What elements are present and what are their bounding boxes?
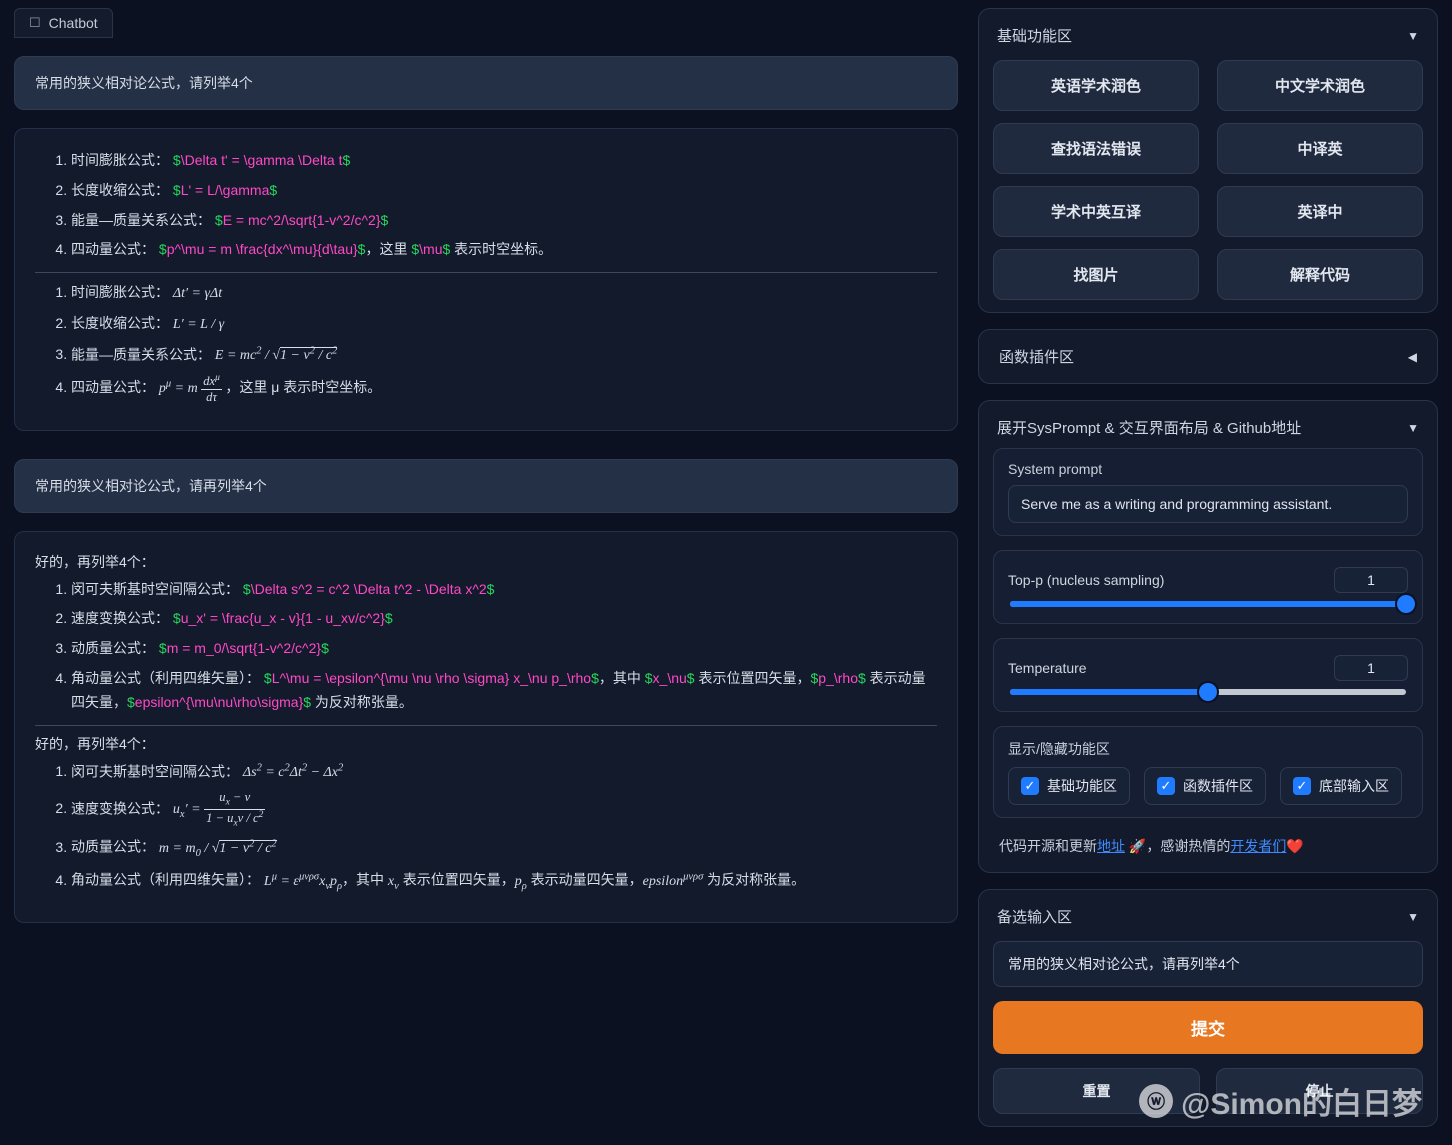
panel-settings: 展开SysPrompt & 交互界面布局 & Github地址 ▼ System… <box>978 400 1438 873</box>
raw-latex-list-2: 闵可夫斯基时空间隔公式： $\Delta s^2 = c^2 \Delta t^… <box>61 578 937 715</box>
sidebar: 基础功能区 ▼ 英语学术润色 中文学术润色 查找语法错误 中译英 学术中英互译 … <box>972 0 1452 1145</box>
checkbox-checked-icon: ✓ <box>1293 777 1311 795</box>
raw-item-1-2: 长度收缩公式： $L' = L/\gamma$ <box>71 179 937 203</box>
temperature-slider[interactable] <box>1010 689 1406 695</box>
alt-input-title: 备选输入区 <box>997 906 1072 927</box>
btn-cn-polish[interactable]: 中文学术润色 <box>1217 60 1423 111</box>
temperature-label: Temperature <box>1008 660 1087 676</box>
btn-en-polish[interactable]: 英语学术润色 <box>993 60 1199 111</box>
basic-buttons-grid: 英语学术润色 中文学术润色 查找语法错误 中译英 学术中英互译 英译中 找图片 … <box>993 60 1423 300</box>
top-p-label: Top-p (nucleus sampling) <box>1008 572 1164 588</box>
slider-thumb-icon[interactable] <box>1397 595 1415 613</box>
chevron-left-icon: ◀ <box>1408 350 1417 364</box>
raw-latex-list-1: 时间膨胀公式： $\Delta t' = \gamma \Delta t$ 长度… <box>61 149 937 262</box>
raw-item-1-4: 四动量公式： $p^\mu = m \frac{dx^\mu}{d\tau}$，… <box>71 238 937 262</box>
panel-alt-input: 备选输入区 ▼ 常用的狭义相对论公式，请再列举4个 提交 重置 停止 <box>978 889 1438 1127</box>
panel-basic-title: 基础功能区 <box>997 25 1072 46</box>
top-p-slider[interactable] <box>1010 601 1406 607</box>
chevron-down-icon: ▼ <box>1407 29 1419 43</box>
system-prompt-input[interactable]: Serve me as a writing and programming as… <box>1008 485 1408 523</box>
stop-button[interactable]: 停止 <box>1216 1068 1423 1114</box>
panel-settings-header[interactable]: 展开SysPrompt & 交互界面布局 & Github地址 ▼ <box>993 413 1423 448</box>
reset-button[interactable]: 重置 <box>993 1068 1200 1114</box>
rendered-item-2-4: 角动量公式（利用四维矢量）： Lμ = εμνρσxνpρ，其中 xν 表示位置… <box>71 868 937 895</box>
btn-cn2en[interactable]: 中译英 <box>1217 123 1423 174</box>
check-basic-area[interactable]: ✓ 基础功能区 <box>1008 767 1130 805</box>
checkbox-checked-icon: ✓ <box>1021 777 1039 795</box>
panel-plugins-header[interactable]: 函数插件区 ◀ <box>995 342 1421 371</box>
assistant-message-2: 好的，再列举4个： 闵可夫斯基时空间隔公式： $\Delta s^2 = c^2… <box>14 531 958 923</box>
raw-item-2-2: 速度变换公式： $u_x' = \frac{u_x - v}{1 - u_xv/… <box>71 607 937 631</box>
user-message-2-text: 常用的狭义相对论公式，请再列举4个 <box>35 478 267 494</box>
user-message-1: 常用的狭义相对论公式，请列举4个 <box>14 56 958 110</box>
panel-function-plugins: 函数插件区 ◀ <box>978 329 1438 384</box>
btn-find-image[interactable]: 找图片 <box>993 249 1199 300</box>
chat-area: ☐ Chatbot 常用的狭义相对论公式，请列举4个 时间膨胀公式： $\Del… <box>0 0 972 1145</box>
intro-2b: 好的，再列举4个： <box>35 734 937 754</box>
slider-thumb-icon[interactable] <box>1199 683 1217 701</box>
link-repo[interactable]: 地址 <box>1097 838 1125 854</box>
raw-item-2-3: 动质量公式： $m = m_0/\sqrt{1-v^2/c^2}$ <box>71 637 937 661</box>
chat-icon: ☐ <box>29 15 41 31</box>
rendered-item-1-1: 时间膨胀公式： Δt′ = γΔt <box>71 281 937 306</box>
rendered-list-1: 时间膨胀公式： Δt′ = γΔt 长度收缩公式： L′ = L / γ 能量—… <box>61 281 937 403</box>
chevron-down-icon: ▼ <box>1407 421 1419 435</box>
submit-button[interactable]: 提交 <box>993 1001 1423 1054</box>
visibility-title: 显示/隐藏功能区 <box>1008 739 1408 759</box>
user-message-2: 常用的狭义相对论公式，请再列举4个 <box>14 459 958 513</box>
system-prompt-label: System prompt <box>1008 461 1408 477</box>
intro-2a: 好的，再列举4个： <box>35 552 937 572</box>
raw-item-2-4: 角动量公式（利用四维矢量）： $L^\mu = \epsilon^{\mu \n… <box>71 667 937 715</box>
alt-input-header[interactable]: 备选输入区 ▼ <box>993 902 1423 937</box>
rendered-item-2-2: 速度变换公式： ux′ = ux − v1 − uxv / c2 <box>71 791 937 829</box>
system-prompt-panel: System prompt Serve me as a writing and … <box>993 448 1423 536</box>
rendered-item-1-3: 能量—质量关系公式： E = mc2 / √1 − v2 / c2 <box>71 343 937 368</box>
raw-item-2-1: 闵可夫斯基时空间隔公式： $\Delta s^2 = c^2 \Delta t^… <box>71 578 937 602</box>
tab-chatbot[interactable]: ☐ Chatbot <box>14 8 113 38</box>
footnote: 代码开源和更新地址 🚀，感谢热情的开发者们❤️ <box>993 832 1423 860</box>
panel-basic-header[interactable]: 基础功能区 ▼ <box>993 21 1423 56</box>
btn-explain-code[interactable]: 解释代码 <box>1217 249 1423 300</box>
btn-academic-tr[interactable]: 学术中英互译 <box>993 186 1199 237</box>
alt-input-textbox[interactable]: 常用的狭义相对论公式，请再列举4个 <box>993 941 1423 987</box>
user-message-1-text: 常用的狭义相对论公式，请列举4个 <box>35 75 253 91</box>
rendered-list-2: 闵可夫斯基时空间隔公式： Δs2 = c2Δt2 − Δx2 速度变换公式： u… <box>61 760 937 896</box>
raw-item-1-3: 能量—质量关系公式： $E = mc^2/\sqrt{1-v^2/c^2}$ <box>71 209 937 233</box>
chevron-down-icon: ▼ <box>1407 910 1419 924</box>
temperature-panel: Temperature 1 <box>993 638 1423 712</box>
tab-chatbot-label: Chatbot <box>49 15 98 31</box>
check-plugin-area[interactable]: ✓ 函数插件区 <box>1144 767 1266 805</box>
panel-plugins-title: 函数插件区 <box>999 346 1074 367</box>
btn-grammar[interactable]: 查找语法错误 <box>993 123 1199 174</box>
rendered-item-1-2: 长度收缩公式： L′ = L / γ <box>71 312 937 337</box>
raw-item-1-1: 时间膨胀公式： $\Delta t' = \gamma \Delta t$ <box>71 149 937 173</box>
panel-settings-title: 展开SysPrompt & 交互界面布局 & Github地址 <box>997 417 1301 438</box>
top-p-value[interactable]: 1 <box>1334 567 1408 593</box>
link-devs[interactable]: 开发者们 <box>1230 838 1286 854</box>
panel-basic-functions: 基础功能区 ▼ 英语学术润色 中文学术润色 查找语法错误 中译英 学术中英互译 … <box>978 8 1438 313</box>
top-p-panel: Top-p (nucleus sampling) 1 <box>993 550 1423 624</box>
check-input-area[interactable]: ✓ 底部输入区 <box>1280 767 1402 805</box>
checkbox-checked-icon: ✓ <box>1157 777 1175 795</box>
rendered-item-2-3: 动质量公式： m = m0 / √1 − v2 / c2 <box>71 835 937 862</box>
assistant-message-1: 时间膨胀公式： $\Delta t' = \gamma \Delta t$ 长度… <box>14 128 958 431</box>
btn-en2cn[interactable]: 英译中 <box>1217 186 1423 237</box>
rendered-item-1-4: 四动量公式： pμ = m dxμdτ ，这里 μ 表示时空坐标。 <box>71 374 937 403</box>
rendered-item-2-1: 闵可夫斯基时空间隔公式： Δs2 = c2Δt2 − Δx2 <box>71 760 937 785</box>
temperature-value[interactable]: 1 <box>1334 655 1408 681</box>
visibility-panel: 显示/隐藏功能区 ✓ 基础功能区 ✓ 函数插件区 ✓ 底部输入区 <box>993 726 1423 818</box>
